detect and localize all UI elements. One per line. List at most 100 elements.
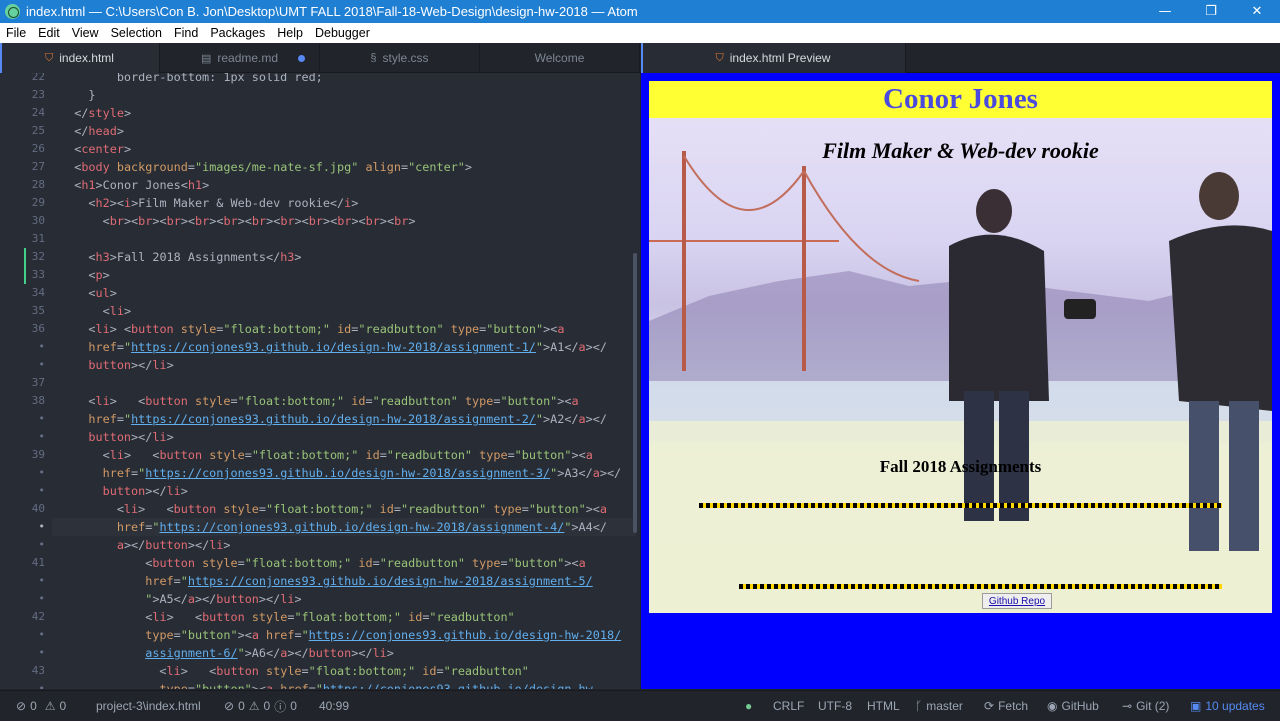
code-token: ": [237, 646, 245, 660]
code-line[interactable]: href="https://conjones93.github.io/desig…: [60, 518, 607, 536]
tab-label: Welcome: [534, 51, 585, 65]
problem-counter[interactable]: ⊘ 0 ⚠ 0: [16, 691, 66, 721]
menu-help[interactable]: Help: [271, 26, 309, 40]
minimize-button[interactable]: —: [1142, 0, 1188, 23]
code-line[interactable]: <p>: [60, 266, 109, 284]
code-line[interactable]: button></li>: [60, 428, 173, 446]
vertical-scrollbar[interactable]: [633, 253, 637, 533]
tab-preview[interactable]: ⛉ index.html Preview: [641, 43, 906, 73]
code-token: =: [116, 340, 124, 354]
code-line[interactable]: <li> <button style="float:bottom;" id="r…: [60, 608, 514, 626]
code-line[interactable]: }: [60, 86, 95, 104]
menu-selection[interactable]: Selection: [105, 26, 168, 40]
code-token: br: [251, 214, 267, 228]
code-line[interactable]: <li> <button style="float:bottom;" id="r…: [60, 392, 579, 410]
code-line[interactable]: assignment-6/">A6</a></button></li>: [60, 644, 394, 662]
code-token: "float:bottom;": [266, 502, 373, 516]
menu-file[interactable]: File: [0, 26, 32, 40]
github-button[interactable]: ◉ GitHub: [1047, 691, 1099, 721]
code-line[interactable]: <ul>: [60, 284, 117, 302]
code-token: "readbutton": [372, 394, 458, 408]
menu-find[interactable]: Find: [168, 26, 204, 40]
code-line[interactable]: <li> <button style="float:bottom;" id="r…: [60, 662, 528, 680]
code-line[interactable]: </style>: [60, 104, 131, 122]
git-button[interactable]: ⊸ Git (2): [1122, 691, 1169, 721]
code-line[interactable]: <center>: [60, 140, 131, 158]
code-line[interactable]: href="https://conjones93.github.io/desig…: [60, 338, 607, 356]
code-line[interactable]: <li> <button style="float:bottom;" id="r…: [60, 446, 593, 464]
code-token: li: [166, 484, 181, 498]
preview-page: Conor Jones Film Maker & Web-dev rookie …: [649, 81, 1272, 613]
code-token: > <: [123, 448, 160, 462]
code-line[interactable]: a></button></li>: [60, 536, 231, 554]
fetch-label: Fetch: [998, 699, 1029, 713]
grammar[interactable]: HTML: [867, 691, 900, 721]
code-line[interactable]: ">A5</a></button></li>: [60, 590, 301, 608]
code-token: li: [372, 646, 387, 660]
code-token: <: [60, 178, 82, 192]
maximize-button[interactable]: ❐: [1188, 0, 1234, 23]
code-line[interactable]: <li> <button style="float:bottom;" id="r…: [60, 320, 564, 338]
git-branch[interactable]: ᚴ master: [915, 691, 963, 721]
code-line[interactable]: button></li>: [60, 356, 173, 374]
code-token: "button": [180, 628, 238, 642]
code-token: =: [301, 664, 309, 678]
code-line[interactable]: <body background="images/me-nate-sf.jpg"…: [60, 158, 472, 176]
code-editor[interactable]: 22 23 24 25 26 27 28 29 30 31 32 33 34 35 36 • • 37 38 • • 39…: [0, 73, 640, 689]
code-line[interactable]: href="https://conjones93.github.io/desig…: [60, 410, 607, 428]
encoding[interactable]: UTF-8: [818, 691, 852, 721]
line-number: 23: [31, 88, 45, 101]
menu-edit[interactable]: Edit: [32, 26, 66, 40]
code-token: <: [60, 394, 96, 408]
code-line[interactable]: <h2><i>Film Maker & Web-dev rookie</i>: [60, 194, 358, 212]
code-line[interactable]: <h3>Fall 2018 Assignments</h3>: [60, 248, 301, 266]
menu-view[interactable]: View: [66, 26, 105, 40]
code-token: "readbutton": [358, 322, 444, 336]
code-token: =: [521, 502, 529, 516]
code-token: li: [152, 358, 167, 372]
code-token: =: [379, 448, 387, 462]
tab-index-html[interactable]: ⛉ index.html: [0, 43, 160, 73]
code-token: button: [152, 556, 195, 570]
code-line[interactable]: <li>: [60, 302, 131, 320]
file-path[interactable]: project-3\index.html: [96, 691, 201, 721]
github-repo-button[interactable]: Github Repo: [982, 593, 1052, 609]
linter-status[interactable]: ⊘ 0 ⚠ 0 ⓘ 0: [224, 691, 297, 721]
tab-welcome[interactable]: Welcome: [480, 43, 640, 73]
menu-debugger[interactable]: Debugger: [309, 26, 376, 40]
code-line[interactable]: href="https://conjones93.github.io/desig…: [60, 572, 592, 590]
fetch-button[interactable]: ⟳ Fetch: [984, 691, 1028, 721]
code-token: >: [464, 160, 473, 174]
code-line[interactable]: <li> <button style="float:bottom;" id="r…: [60, 500, 607, 518]
code-line[interactable]: </head>: [60, 122, 124, 140]
tab-readme-md[interactable]: ▤ readme.md: [160, 43, 320, 73]
code-line[interactable]: <h1>Conor Jones<h1>: [60, 176, 209, 194]
code-line[interactable]: border-bottom: 1px solid red;: [60, 73, 323, 86]
close-button[interactable]: ✕: [1234, 0, 1280, 23]
code-token: >: [109, 286, 117, 300]
tab-style-css[interactable]: § style.css: [320, 43, 480, 73]
code-token: ></: [194, 592, 217, 606]
updates-button[interactable]: ▣ 10 updates: [1190, 691, 1265, 721]
cursor-position[interactable]: 40:99: [319, 691, 349, 721]
code-token: "button": [514, 448, 572, 462]
code-line[interactable]: type="button"><a href="https://conjones9…: [60, 626, 621, 644]
code-line[interactable]: button></li>: [60, 482, 188, 500]
code-token: "float:bottom;": [223, 322, 330, 336]
code-line[interactable]: <br><br><br><br><br><br><br><br><br><br>…: [60, 212, 416, 230]
code-token: =: [308, 682, 316, 689]
menu-packages[interactable]: Packages: [204, 26, 271, 40]
code-line[interactable]: type="button"><a href="https://conjones9…: [60, 680, 599, 689]
code-line[interactable]: <button style="float:bottom;" id="readbu…: [60, 554, 586, 572]
code-token: a: [571, 394, 579, 408]
code-token: button: [145, 538, 188, 552]
line-ending[interactable]: CRLF: [773, 691, 804, 721]
code-line[interactable]: href="https://conjones93.github.io/desig…: [60, 464, 622, 482]
line-number: 40: [31, 502, 45, 515]
line-number: 29: [31, 196, 45, 209]
